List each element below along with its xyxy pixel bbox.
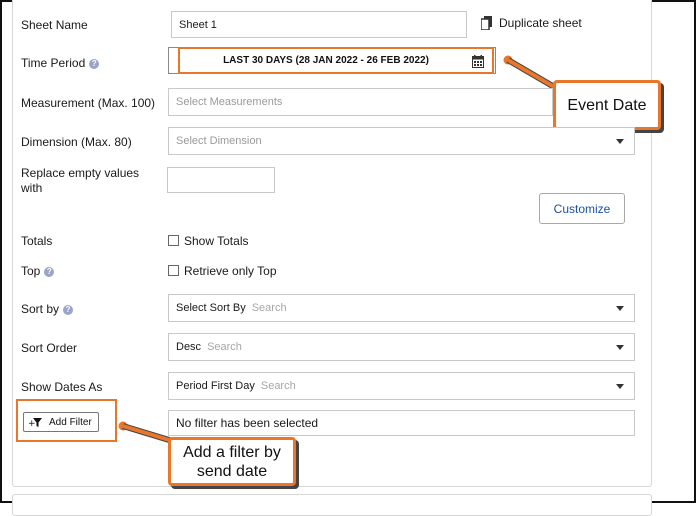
replace-empty-line1: Replace empty values xyxy=(21,166,140,180)
show-dates-value: Period First Day xyxy=(176,380,255,392)
chevron-down-icon xyxy=(616,139,624,144)
filter-status-text: No filter has been selected xyxy=(176,416,319,430)
sort-by-search[interactable]: Search xyxy=(252,302,287,314)
show-totals-checkbox[interactable] xyxy=(168,235,179,246)
dimension-select[interactable]: Select Dimension xyxy=(168,127,635,155)
sheet-name-label: Sheet Name xyxy=(21,18,88,32)
sort-order-value: Desc xyxy=(176,341,202,353)
measurement-label: Measurement (Max. 100) xyxy=(21,96,156,110)
chevron-down-icon xyxy=(616,345,624,350)
measurement-placeholder: Select Measurements xyxy=(176,96,283,108)
help-icon[interactable]: ? xyxy=(63,305,74,315)
add-filter-callout: Add a filter by send date xyxy=(168,437,296,486)
replace-empty-line2: with xyxy=(21,181,43,195)
top-text: Top xyxy=(21,264,41,278)
totals-label: Totals xyxy=(21,234,53,248)
time-period-label: Time Period? xyxy=(21,56,100,70)
sort-order-select[interactable]: Desc Search xyxy=(168,333,635,361)
sort-by-value: Select Sort By xyxy=(176,302,246,314)
top-label: Top? xyxy=(21,264,55,278)
calendar-icon[interactable] xyxy=(472,55,484,68)
help-icon[interactable]: ? xyxy=(89,59,100,69)
add-filter-callout-line1: Add a filter by xyxy=(183,443,281,461)
sort-by-select[interactable]: Select Sort By Search xyxy=(168,294,635,322)
sort-order-label: Sort Order xyxy=(21,341,78,355)
chevron-down-icon xyxy=(616,384,624,389)
filter-icon: + xyxy=(28,417,42,428)
time-period-text: Time Period xyxy=(21,56,86,70)
time-period-value: LAST 30 DAYS (28 JAN 2022 - 26 FEB 2022) xyxy=(223,55,429,66)
customize-button[interactable]: Customize xyxy=(539,193,625,224)
show-dates-search[interactable]: Search xyxy=(261,380,296,392)
event-date-callout-text: Event Date xyxy=(567,96,647,114)
duplicate-sheet-label: Duplicate sheet xyxy=(499,16,582,30)
sort-by-text: Sort by xyxy=(21,302,60,316)
show-dates-label: Show Dates As xyxy=(21,380,103,394)
next-panel xyxy=(12,494,652,516)
duplicate-icon xyxy=(481,16,492,30)
sheet-name-input[interactable]: Sheet 1 xyxy=(171,11,467,38)
sheet-name-value: Sheet 1 xyxy=(179,18,217,31)
dimension-placeholder: Select Dimension xyxy=(176,135,262,147)
replace-empty-label: Replace empty values with xyxy=(21,166,139,196)
time-period-highlight: LAST 30 DAYS (28 JAN 2022 - 26 FEB 2022) xyxy=(178,47,494,74)
add-filter-button[interactable]: + Add Filter xyxy=(23,412,99,432)
dimension-label: Dimension (Max. 80) xyxy=(21,135,132,149)
measurement-select[interactable]: Select Measurements xyxy=(168,88,553,116)
help-icon[interactable]: ? xyxy=(44,267,55,277)
sort-order-search[interactable]: Search xyxy=(207,341,242,353)
duplicate-sheet-button[interactable]: Duplicate sheet xyxy=(481,16,582,30)
replace-empty-input[interactable] xyxy=(167,167,275,193)
show-totals-label: Show Totals xyxy=(184,234,249,248)
sort-by-label: Sort by? xyxy=(21,302,74,316)
retrieve-top-label: Retrieve only Top xyxy=(184,264,277,278)
add-filter-callout-line2: send date xyxy=(196,462,268,480)
chevron-down-icon xyxy=(616,306,624,311)
retrieve-top-checkbox[interactable] xyxy=(168,265,179,276)
show-dates-select[interactable]: Period First Day Search xyxy=(168,372,635,400)
filter-status-box: No filter has been selected xyxy=(168,410,635,436)
add-filter-label: Add Filter xyxy=(49,416,92,428)
svg-text:+: + xyxy=(28,419,36,428)
event-date-callout: Event Date xyxy=(553,80,661,130)
